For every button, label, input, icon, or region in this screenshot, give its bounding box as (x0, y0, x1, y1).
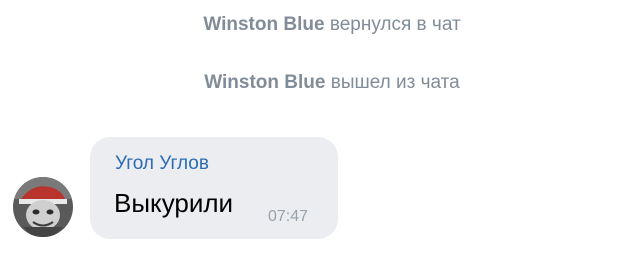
user-avatar-icon (13, 177, 73, 237)
service-message-actor[interactable]: Winston Blue (203, 14, 324, 35)
message-text: Выкурили (114, 188, 234, 218)
message-time: 07:47 (268, 208, 309, 225)
service-message-returned: Winston Blue вернулся в чат (0, 13, 640, 37)
avatar[interactable] (13, 177, 73, 237)
message-bubble[interactable]: Угол Углов Выкурили 07:47 (90, 137, 338, 239)
service-message-left: Winston Blue вышел из чата (0, 71, 640, 95)
message-author[interactable]: Угол Углов (115, 152, 209, 176)
service-message-action: вышел из чата (330, 72, 460, 93)
service-message-action: вернулся в чат (329, 14, 461, 35)
service-message-actor[interactable]: Winston Blue (204, 72, 325, 93)
